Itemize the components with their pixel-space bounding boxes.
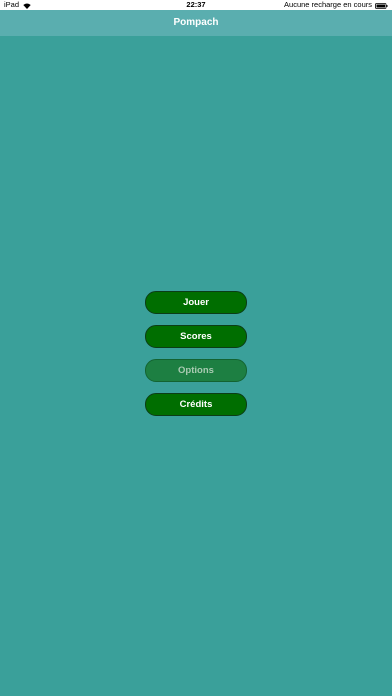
- credits-button[interactable]: Crédits: [145, 393, 247, 416]
- options-button[interactable]: Options: [145, 359, 247, 382]
- battery-icon: [375, 2, 388, 9]
- navigation-bar: Pompach: [0, 10, 392, 36]
- page-title: Pompach: [173, 17, 219, 28]
- status-right: Aucune recharge en cours: [284, 0, 388, 10]
- play-button[interactable]: Jouer: [145, 291, 247, 314]
- status-bar: iPad 22:37 Aucune recharge en cours: [0, 0, 392, 10]
- charge-status: Aucune recharge en cours: [284, 0, 372, 9]
- scores-button[interactable]: Scores: [145, 325, 247, 348]
- main-menu: Jouer Scores Options Crédits: [145, 291, 247, 427]
